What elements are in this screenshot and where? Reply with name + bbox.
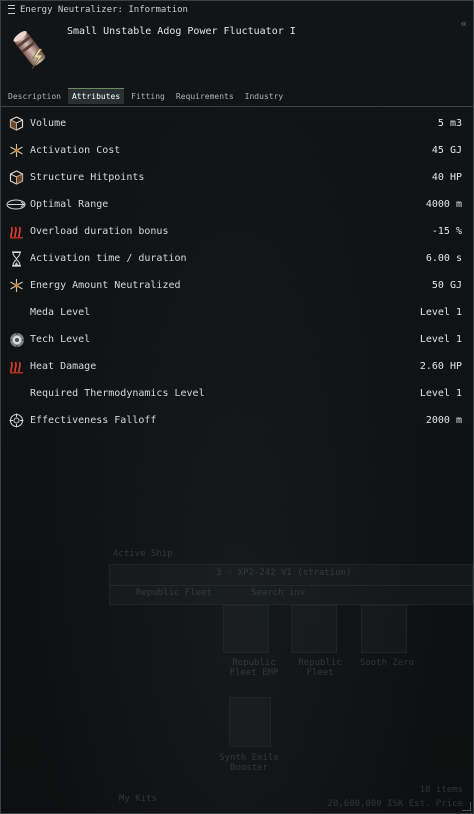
tab-requirements[interactable]: Requirements	[172, 89, 238, 104]
heat-icon	[8, 223, 25, 240]
attribute-value: 45 GJ	[431, 145, 462, 156]
structure-cube-icon	[8, 169, 25, 186]
attribute-row-heat-damage[interactable]: Heat Damage 2.60 HP	[1, 353, 473, 380]
bg-footer-isk: 20,600,000 ISK Est. Price	[327, 799, 463, 809]
collapse-icon[interactable]: «	[460, 17, 467, 30]
attribute-row-tech-level[interactable]: Tech Level Level 1	[1, 326, 473, 353]
tab-attributes[interactable]: Attributes	[67, 88, 125, 104]
attribute-row-structure-hitpoints[interactable]: Structure Hitpoints 40 HP	[1, 164, 473, 191]
attribute-label: Effectiveness Falloff	[30, 415, 157, 426]
attribute-row-volume[interactable]: Volume 5 m3	[1, 110, 473, 137]
bg-system-label: 3 - XP2-242 VI (stration)	[216, 568, 352, 578]
menu-icon[interactable]	[8, 4, 15, 14]
attribute-list: Volume 5 m3 Activation Cost 45 GJ Struct…	[1, 110, 473, 434]
attribute-label: Meda Level	[30, 307, 91, 318]
bg-item-thumb-1	[223, 605, 269, 653]
window-title: Energy Neutralizer: Information	[20, 5, 188, 15]
bg-item-thumb-4	[229, 697, 271, 747]
attribute-row-overload-duration-bonus[interactable]: Overload duration bonus -15 %	[1, 218, 473, 245]
attribute-value: 5 m3	[437, 118, 462, 129]
bg-item-thumb-2	[291, 605, 337, 653]
title-bar[interactable]: Energy Neutralizer: Information	[1, 1, 473, 19]
bg-item-name-2: Republic Fleet	[298, 658, 342, 678]
attribute-value: Level 1	[419, 334, 462, 345]
attribute-row-optimal-range[interactable]: Optimal Range 4000 m	[1, 191, 473, 218]
attribute-value: 2000 m	[425, 415, 462, 426]
attribute-row-energy-amount-neutralized[interactable]: Energy Amount Neutralized 50 GJ	[1, 272, 473, 299]
hourglass-icon	[8, 250, 25, 267]
volume-cube-icon	[8, 115, 25, 132]
attribute-label: Required Thermodynamics Level	[30, 388, 205, 399]
attribute-label: Activation time / duration	[30, 253, 187, 264]
attribute-label: Volume	[30, 118, 67, 129]
attribute-row-required-thermodynamics-level[interactable]: Required Thermodynamics Level Level 1	[1, 380, 473, 407]
capacitor-spark-icon	[8, 277, 25, 294]
falloff-target-icon	[8, 412, 25, 429]
bg-search: Search inv	[251, 588, 306, 598]
attribute-value: 2.60 HP	[419, 361, 462, 372]
heat-icon	[8, 358, 25, 375]
info-window: Active Ship 3 - XP2-242 VI (stration) Re…	[0, 0, 474, 814]
attribute-label: Structure Hitpoints	[30, 172, 145, 183]
bg-ship-label: Republic Fleet	[136, 588, 212, 598]
attribute-row-activation-time[interactable]: Activation time / duration 6.00 s	[1, 245, 473, 272]
bg-item-name-1: Republic Fleet EMP	[229, 658, 279, 678]
tab-bar: Description Attributes Fitting Requireme…	[1, 87, 473, 105]
attribute-row-activation-cost[interactable]: Activation Cost 45 GJ	[1, 137, 473, 164]
attribute-label: Tech Level	[30, 334, 91, 345]
attribute-value: Level 1	[419, 307, 462, 318]
attribute-value: 50 GJ	[431, 280, 462, 291]
item-name: Small Unstable Adog Power Fluctuator I	[67, 26, 296, 37]
attribute-value: Level 1	[419, 388, 462, 399]
attribute-value: 6.00 s	[425, 253, 462, 264]
tech-level-icon	[8, 331, 25, 348]
energy-neutralizer-icon	[9, 27, 55, 73]
attribute-label: Optimal Range	[30, 199, 109, 210]
bg-item-name-4: Sooth Zero	[359, 658, 415, 668]
attribute-label: Heat Damage	[30, 361, 97, 372]
attribute-row-effectiveness-falloff[interactable]: Effectiveness Falloff 2000 m	[1, 407, 473, 434]
bg-my-kits: My Kits	[119, 794, 157, 804]
bg-item-name-3: Synth Exile Booster	[219, 753, 279, 773]
resize-grip[interactable]	[462, 802, 471, 811]
attribute-value: 40 HP	[431, 172, 462, 183]
attribute-value: -15 %	[431, 226, 462, 237]
attribute-row-meda-level[interactable]: Meda Level Level 1	[1, 299, 473, 326]
bg-item-thumb-3	[361, 605, 407, 653]
tab-industry[interactable]: Industry	[241, 89, 288, 104]
range-icon	[6, 196, 26, 213]
bg-footer-items: 18 items	[419, 785, 463, 795]
attribute-label: Activation Cost	[30, 145, 121, 156]
attribute-label: Energy Amount Neutralized	[30, 280, 181, 291]
tab-description[interactable]: Description	[4, 89, 65, 104]
bg-title: Active Ship	[113, 549, 173, 559]
tabs-divider	[1, 106, 473, 107]
attribute-value: 4000 m	[425, 199, 462, 210]
tab-fitting[interactable]: Fitting	[127, 89, 169, 104]
attribute-label: Overload duration bonus	[30, 226, 169, 237]
capacitor-spark-icon	[8, 142, 25, 159]
